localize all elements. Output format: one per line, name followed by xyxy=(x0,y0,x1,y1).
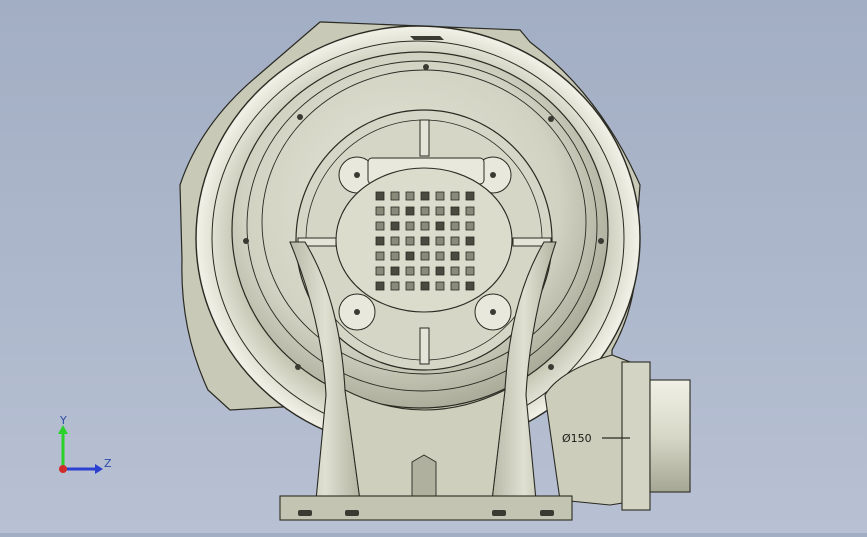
vent-slot xyxy=(420,266,430,276)
vent-slot xyxy=(405,221,415,231)
vent-slot xyxy=(390,281,400,291)
vent-slot xyxy=(375,191,385,201)
vent-slot xyxy=(375,221,385,231)
vent-slot xyxy=(435,236,445,246)
vent-slot xyxy=(405,206,415,216)
outlet-pipe[interactable] xyxy=(649,379,691,493)
vent-slot xyxy=(405,251,415,261)
vent-slot xyxy=(465,221,475,231)
vent-slot xyxy=(450,221,460,231)
x-axis-origin xyxy=(59,465,67,473)
vent-slot xyxy=(450,236,460,246)
vent-slot xyxy=(450,251,460,261)
cad-viewport[interactable]: Ø150 Y Z xyxy=(0,0,867,533)
vent-slot xyxy=(450,266,460,276)
vent-slot xyxy=(420,206,430,216)
outlet-flange xyxy=(621,361,651,511)
vent-slot xyxy=(465,251,475,261)
vent-slot xyxy=(465,266,475,276)
vent-slot xyxy=(465,206,475,216)
vent-grille xyxy=(375,191,475,291)
vent-slot xyxy=(390,191,400,201)
vent-slot xyxy=(390,221,400,231)
vent-slot xyxy=(375,236,385,246)
axis-triad: Y Z xyxy=(52,412,122,482)
vent-slot xyxy=(390,206,400,216)
vent-slot xyxy=(405,281,415,291)
base-plate xyxy=(279,495,573,521)
vent-slot xyxy=(435,206,445,216)
vent-slot xyxy=(465,236,475,246)
vent-slot xyxy=(420,221,430,231)
vent-slot xyxy=(375,266,385,276)
vent-slot xyxy=(465,281,475,291)
vent-slot xyxy=(390,236,400,246)
outlet-dimension-label: Ø150 xyxy=(562,432,592,445)
z-axis-label: Z xyxy=(104,457,112,470)
vent-slot xyxy=(435,251,445,261)
blower-model[interactable]: Ø150 xyxy=(0,0,867,533)
vent-slot xyxy=(405,266,415,276)
vent-slot xyxy=(375,251,385,261)
y-axis-label: Y xyxy=(60,414,67,427)
vent-slot xyxy=(390,266,400,276)
vent-slot xyxy=(420,251,430,261)
vent-slot xyxy=(435,281,445,291)
vent-slot xyxy=(450,206,460,216)
vent-slot xyxy=(435,266,445,276)
vent-slot xyxy=(465,191,475,201)
vent-slot xyxy=(405,236,415,246)
vent-slot xyxy=(450,191,460,201)
vent-slot xyxy=(375,206,385,216)
vent-slot xyxy=(435,221,445,231)
vent-slot xyxy=(420,236,430,246)
vent-slot xyxy=(375,281,385,291)
vent-slot xyxy=(420,281,430,291)
vent-slot xyxy=(405,191,415,201)
vent-slot xyxy=(435,191,445,201)
vent-slot xyxy=(390,251,400,261)
vent-slot xyxy=(420,191,430,201)
vent-slot xyxy=(450,281,460,291)
